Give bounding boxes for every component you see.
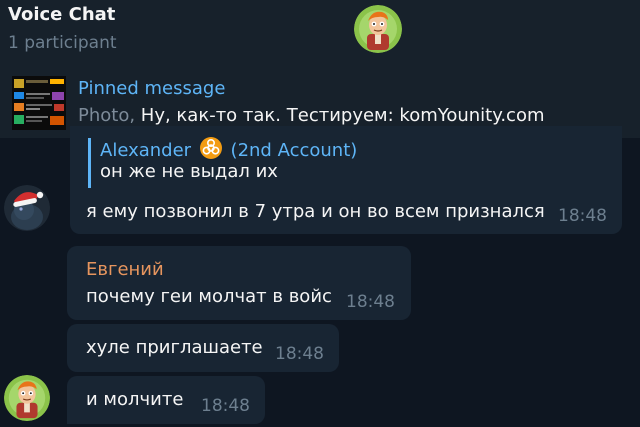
pinned-message-body: Ну, как-то так. Тестируем: komYounity.co… [135, 105, 545, 126]
santa-hat-avatar-icon[interactable] [4, 185, 50, 231]
message-text: почему геи молчат в войс [86, 286, 332, 307]
message-text: хуле приглашаете [86, 337, 263, 358]
sender-name[interactable]: Евгений [86, 259, 164, 280]
message-text: я ему позвонил в 7 утра и он во всем при… [86, 201, 545, 222]
message-time: 18:48 [558, 206, 607, 226]
participant-count: 1 participant [8, 33, 117, 53]
chat-header[interactable]: Voice Chat 1 participant [0, 0, 640, 68]
pinned-photo-thumbnail [12, 76, 66, 130]
pinned-message-text: Photo, Ну, как-то так. Тестируем: komYou… [78, 105, 545, 126]
message-time: 18:48 [346, 292, 395, 312]
fry-avatar-icon[interactable] [354, 5, 402, 53]
fry-avatar-icon[interactable] [4, 375, 50, 421]
message-time: 18:48 [275, 344, 324, 364]
pinned-photo-prefix: Photo, [78, 105, 136, 126]
pinned-message-label: Pinned message [78, 78, 226, 99]
reply-quote-text: он же не выдал их [100, 161, 278, 182]
message-text: и молчите [86, 389, 184, 410]
reply-sender-first-name: Alexander [100, 140, 192, 161]
reply-quote-bar [88, 138, 91, 188]
chat-title: Voice Chat [8, 4, 116, 25]
message-time: 18:48 [201, 396, 250, 416]
reply-sender-suffix: (2nd Account) [230, 140, 358, 161]
